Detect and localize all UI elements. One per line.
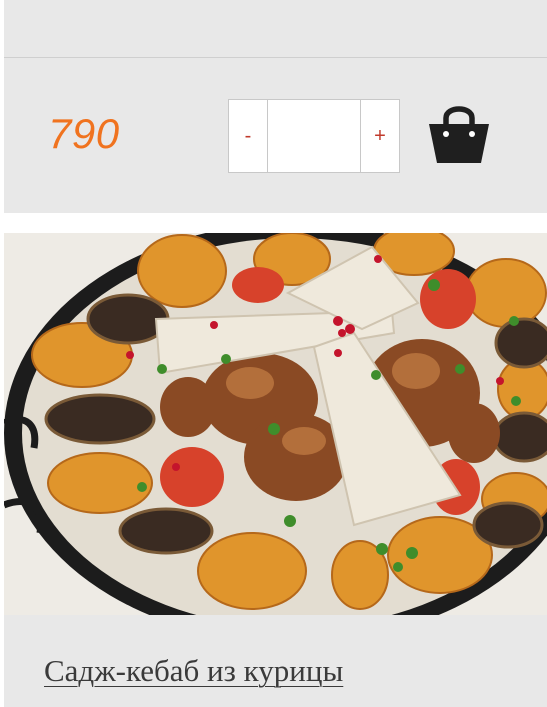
decrease-quantity-button[interactable]: - bbox=[229, 100, 267, 172]
increase-quantity-button[interactable]: + bbox=[361, 100, 399, 172]
quantity-input[interactable] bbox=[267, 100, 361, 172]
product-image[interactable] bbox=[4, 233, 547, 615]
divider bbox=[4, 57, 547, 58]
product-title-link[interactable]: Садж-кебаб из курицы bbox=[44, 653, 343, 689]
product-card-top: 790 - + bbox=[4, 0, 547, 213]
quantity-stepper: - + bbox=[228, 99, 400, 173]
add-to-cart-button[interactable] bbox=[426, 100, 492, 166]
price: 790 bbox=[48, 110, 120, 157]
product-card: Садж-кебаб из курицы bbox=[4, 233, 547, 707]
shopping-basket-icon bbox=[429, 106, 489, 163]
